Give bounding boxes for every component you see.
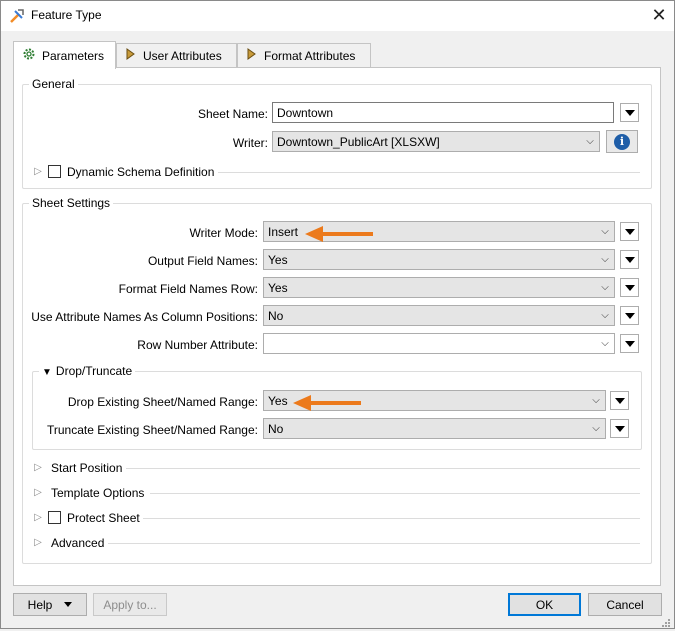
format-field-names-row-label: Format Field Names Row: [118, 282, 258, 296]
tab-label: User Attributes [143, 48, 222, 63]
window-title: Feature Type [31, 8, 102, 22]
chevron-down-icon: ⌵ [601, 282, 609, 293]
help-button[interactable]: Help [13, 593, 87, 616]
chevron-right-icon[interactable]: ▷ [32, 166, 44, 177]
format-field-names-row-value: Yes [268, 280, 288, 295]
advanced-section[interactable]: Advanced [51, 536, 104, 550]
triangle-down-icon [624, 109, 635, 116]
chevron-down-icon: ⌵ [601, 226, 609, 237]
writer-mode-menu-button[interactable] [620, 222, 639, 241]
output-field-names-select[interactable]: Yes ⌵ [263, 249, 615, 270]
chevron-down-icon: ⌵ [592, 423, 600, 434]
dynamic-schema-checkbox[interactable] [48, 165, 61, 178]
writer-label: Writer: [232, 136, 268, 150]
row-number-attribute-menu-button[interactable] [620, 334, 639, 353]
apply-to-label: Apply to... [103, 597, 157, 612]
writer-mode-label: Writer Mode: [189, 226, 258, 240]
triangle-down-icon [64, 602, 73, 607]
use-attribute-names-label: Use Attribute Names As Column Positions: [31, 310, 258, 324]
chevron-right-icon[interactable]: ▷ [32, 462, 44, 473]
drop-existing-label: Drop Existing Sheet/Named Range: [67, 395, 258, 409]
truncate-existing-menu-button[interactable] [610, 419, 629, 438]
writer-select[interactable]: Downtown_PublicArt [XLSXW] ⌵ [272, 131, 600, 152]
chevron-right-icon[interactable]: ▷ [32, 512, 44, 523]
truncate-existing-value: No [268, 421, 284, 436]
tab-user-attributes[interactable]: User Attributes [116, 43, 237, 67]
gear-icon [22, 47, 36, 64]
divider [150, 493, 640, 494]
tab-label: Parameters [42, 48, 105, 63]
use-attribute-names-menu-button[interactable] [620, 306, 639, 325]
truncate-existing-label: Truncate Existing Sheet/Named Range: [46, 423, 258, 437]
ok-button[interactable]: OK [508, 593, 581, 616]
output-field-names-value: Yes [268, 252, 288, 267]
drop-truncate-legend[interactable]: ▼ Drop/Truncate [39, 364, 135, 378]
triangle-down-icon [624, 284, 635, 291]
output-field-names-menu-button[interactable] [620, 250, 639, 269]
chevron-down-icon: ⌵ [601, 338, 609, 349]
sheet-name-label: Sheet Name: [197, 107, 268, 121]
dynamic-schema-label: Dynamic Schema Definition [67, 165, 215, 179]
attribute-arrow-icon [246, 48, 258, 63]
sheet-name-value: Downtown [277, 105, 334, 120]
format-field-names-row-select[interactable]: Yes ⌵ [263, 277, 615, 298]
row-number-attribute-select[interactable]: ⌵ [263, 333, 615, 354]
drop-existing-menu-button[interactable] [610, 391, 629, 410]
divider [218, 172, 640, 173]
output-field-names-label: Output Field Names: [147, 254, 258, 268]
drop-truncate-label: Drop/Truncate [55, 364, 133, 378]
sheet-name-input[interactable]: Downtown [272, 102, 614, 123]
annotation-arrow [291, 393, 363, 416]
start-position-section[interactable]: Start Position [51, 461, 122, 475]
use-attribute-names-select[interactable]: No ⌵ [263, 305, 615, 326]
cancel-button[interactable]: Cancel [588, 593, 662, 616]
divider [126, 468, 640, 469]
triangle-down-icon [624, 312, 635, 319]
use-attribute-names-value: No [268, 308, 284, 323]
cancel-label: Cancel [606, 597, 644, 612]
divider [108, 543, 640, 544]
chevron-down-icon: ⌵ [592, 395, 600, 406]
chevron-down-icon: ⌵ [601, 310, 609, 321]
info-icon: i [614, 133, 630, 150]
chevron-down-icon: ⌵ [601, 254, 609, 265]
sheet-settings-legend: Sheet Settings [32, 196, 111, 210]
annotation-arrow [303, 224, 375, 247]
chevron-down-icon: ⌵ [586, 136, 594, 147]
apply-to-button[interactable]: Apply to... [93, 593, 167, 616]
triangle-down-icon [624, 340, 635, 347]
triangle-down-icon [624, 228, 635, 235]
tab-format-attributes[interactable]: Format Attributes [237, 43, 371, 67]
chevron-down-icon: ▼ [42, 367, 52, 378]
protect-sheet-checkbox[interactable] [48, 511, 61, 524]
format-field-names-row-menu-button[interactable] [620, 278, 639, 297]
tab-label: Format Attributes [264, 48, 356, 63]
triangle-down-icon [624, 256, 635, 263]
chevron-right-icon[interactable]: ▷ [32, 537, 44, 548]
writer-info-button[interactable]: i [606, 130, 638, 153]
protect-sheet-label: Protect Sheet [67, 511, 140, 525]
attribute-arrow-icon [125, 48, 137, 63]
close-icon[interactable]: ✕ [648, 3, 670, 27]
sheet-name-menu-button[interactable] [620, 103, 639, 122]
resize-grip-icon[interactable] [661, 617, 671, 627]
triangle-down-icon [614, 425, 625, 432]
ok-label: OK [535, 597, 554, 612]
truncate-existing-select[interactable]: No ⌵ [263, 418, 606, 439]
divider [143, 518, 640, 519]
general-legend: General [32, 77, 75, 91]
triangle-down-icon [614, 397, 625, 404]
template-options-section[interactable]: Template Options [51, 486, 144, 500]
row-number-attribute-label: Row Number Attribute: [137, 338, 258, 352]
fme-app-icon [9, 8, 25, 24]
help-label: Help [27, 597, 53, 612]
tab-parameters[interactable]: Parameters [13, 41, 116, 69]
writer-value: Downtown_PublicArt [XLSXW] [277, 134, 440, 149]
chevron-right-icon[interactable]: ▷ [32, 487, 44, 498]
